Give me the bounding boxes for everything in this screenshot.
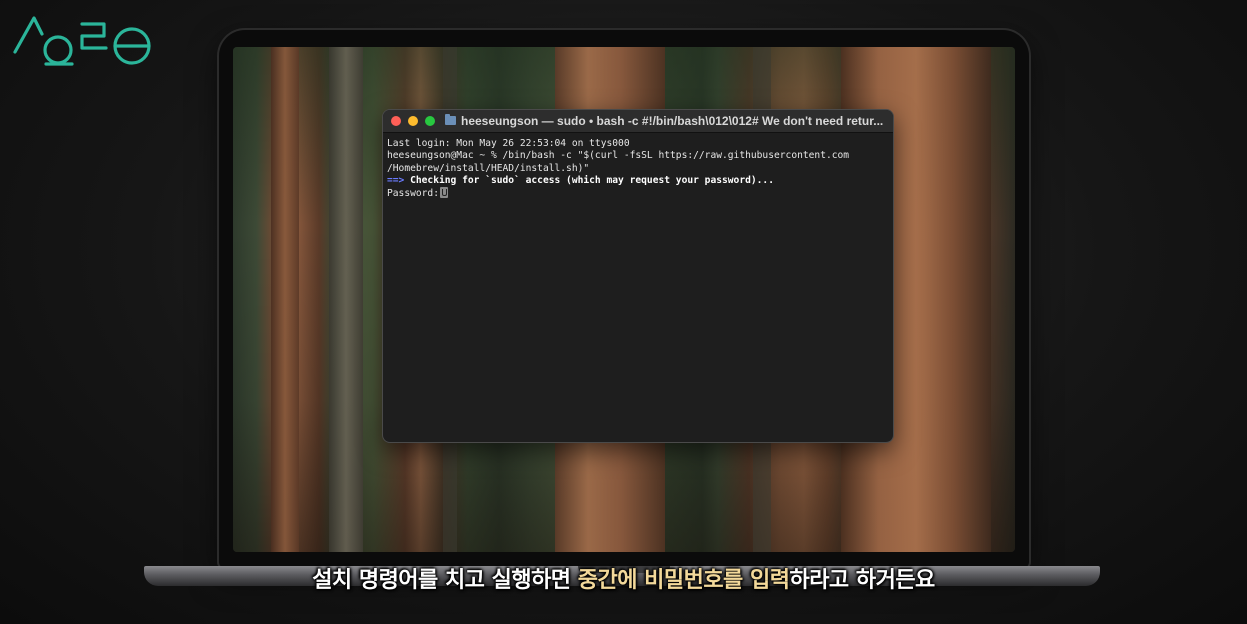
subtitle-highlight: 중간에 비밀번호를 입력 <box>577 568 790 593</box>
close-window-button[interactable] <box>391 116 401 126</box>
command-line-1: heeseungson@Mac ~ % /bin/bash -c "$(curl… <box>387 150 850 162</box>
video-subtitle: 설치 명령어를 치고 실행하면 중간에 비밀번호를 입력하라고 하거든요 <box>0 562 1247 594</box>
terminal-output[interactable]: Last login: Mon May 26 22:53:04 on ttys0… <box>383 133 893 200</box>
folder-icon <box>445 114 456 125</box>
sudo-check-message: Checking for `sudo` access (which may re… <box>404 174 774 186</box>
minimize-window-button[interactable] <box>408 116 418 126</box>
zoom-window-button[interactable] <box>425 116 435 126</box>
subtitle-part-2: 하라고 하거든요 <box>789 568 935 593</box>
key-cursor-icon[interactable] <box>439 187 448 199</box>
terminal-titlebar[interactable]: heeseungson — sudo • bash -c #!/bin/bash… <box>383 110 893 133</box>
last-login-line: Last login: Mon May 26 22:53:04 on ttys0… <box>387 138 630 149</box>
status-arrow: ==> <box>387 174 405 186</box>
channel-logo-icon <box>13 16 151 66</box>
subtitle-part-1: 설치 명령어를 치고 실행하면 <box>312 568 578 593</box>
password-prompt: Password: <box>387 188 439 200</box>
terminal-title: heeseungson — sudo • bash -c #!/bin/bash… <box>461 114 884 128</box>
terminal-window[interactable]: heeseungson — sudo • bash -c #!/bin/bash… <box>382 109 894 443</box>
command-line-2: /Homebrew/install/HEAD/install.sh)" <box>387 162 590 174</box>
